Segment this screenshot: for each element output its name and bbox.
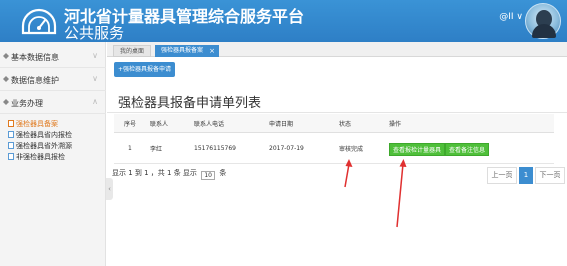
column-header: 状态 [339,120,352,128]
chevron-down-icon: ∨ [92,74,98,83]
sidebar-item-label: 强检器具省内报检 [16,131,72,139]
column-header: 联系人 [150,120,169,128]
current-page-button[interactable]: 1 [519,167,533,184]
user-menu[interactable]: @II ∨ [499,12,523,22]
sidebar-menu-basic-data[interactable]: 基本数据信息 ∨ [0,46,106,68]
arrow-annotation-icon [344,159,353,188]
chevron-down-icon: ∨ [92,51,98,60]
sidebar-item-outside-traceability[interactable]: 强检器具省外溯源 [8,141,72,151]
sidebar-menu-business[interactable]: 业务办理 ∧ [0,92,106,114]
arrow-annotation-icon [396,159,407,228]
cell-contact: 李红 [150,146,163,153]
column-header: 申请日期 [269,120,294,128]
sidebar-item-label: 非强检器具报检 [16,153,65,161]
cell-phone: 15176115769 [194,145,236,152]
column-header: 操作 [389,120,402,128]
diamond-icon [3,53,9,59]
next-page-button[interactable]: 下一页 [535,167,565,184]
table-row: 1 李红 15176115769 2017-07-19 审核完成 查看报检计量器… [114,134,554,164]
pager-info-text: 显示 1 到 1 ，共 1 条 显示 [112,169,197,177]
page-title: 强检器具报备申请单列表 [118,96,262,111]
platform-logo-icon [21,8,57,35]
pager-info-suffix: 条 [219,169,227,177]
view-instruments-button[interactable]: 查看报检计量器具 [389,143,446,156]
cell-index: 1 [128,145,132,152]
cell-date: 2017-07-19 [269,145,304,152]
sidebar-item-provincial-inspection[interactable]: 强检器具省内报检 [8,130,72,140]
tab-bar: 我的桌面 强检器具报备案 × [107,42,567,57]
tab-mandatory-filing[interactable]: 强检器具报备案 × [155,45,219,57]
document-icon [8,131,14,138]
prev-page-button[interactable]: 上一页 [487,167,517,184]
app-header: 河北省计量器具管理综合服务平台 公共服务 @II ∨ [0,0,567,42]
document-icon [8,153,14,160]
add-filing-application-button[interactable]: +强检器具报备申请 [114,62,176,77]
close-icon[interactable]: × [209,45,215,57]
pager-info: 显示 1 到 1 ，共 1 条 显示 10 条 [112,168,226,180]
table-header: 序号 联系人 联系人电话 申请日期 状态 操作 [114,114,554,133]
sidebar-menu-data-maintenance[interactable]: 数据信息维护 ∨ [0,69,106,91]
sidebar-menu-label: 基本数据信息 [11,53,59,62]
document-icon [8,142,14,149]
document-icon [8,120,14,127]
diamond-icon [3,99,9,105]
column-header: 序号 [124,120,137,128]
sidebar-menu-label: 业务办理 [11,99,43,108]
avatar-body-icon [532,24,556,38]
platform-subtitle: 公共服务 [64,24,125,42]
column-header: 联系人电话 [194,120,225,128]
sidebar-item-non-mandatory-inspection[interactable]: 非强检器具报检 [8,152,65,162]
sidebar-item-mandatory-filing[interactable]: 强检器具备案 [8,119,58,129]
sidebar-collapse-handle[interactable]: ‹ [106,178,113,200]
sidebar-item-label: 强检器具备案 [16,120,58,128]
sidebar-item-label: 强检器具省外溯源 [16,142,72,150]
avatar[interactable] [525,3,561,39]
tab-my-desktop[interactable]: 我的桌面 [113,45,152,57]
tab-label: 强检器具报备案 [161,47,204,54]
sidebar-menu-label: 数据信息维护 [11,76,59,85]
page-size-select[interactable]: 10 [201,171,216,180]
divider [107,112,567,113]
sidebar: 基本数据信息 ∨ 数据信息维护 ∨ 业务办理 ∧ 强检器具备案 强检器具省内报检… [0,42,106,266]
view-remarks-button[interactable]: 查看备注信息 [445,143,490,156]
chevron-up-icon: ∧ [92,97,98,106]
diamond-icon [3,76,9,82]
